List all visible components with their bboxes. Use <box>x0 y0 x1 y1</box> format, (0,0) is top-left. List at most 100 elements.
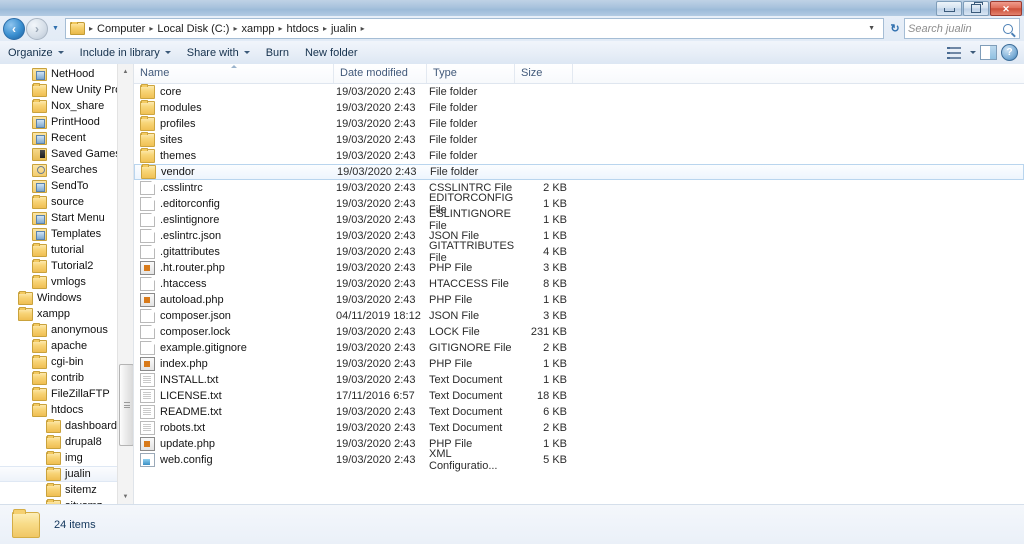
tree-item-anonymous[interactable]: anonymous <box>0 322 133 338</box>
generic-file-icon <box>140 277 155 291</box>
tree-item-contrib[interactable]: contrib <box>0 370 133 386</box>
tree-item-nox-share[interactable]: Nox_share <box>0 98 133 114</box>
scrollbar-thumb[interactable] <box>119 364 133 446</box>
table-row[interactable]: index.php 19/03/2020 2:43 PHP File 1 KB <box>134 356 1024 372</box>
organize-button[interactable]: Organize <box>0 42 72 63</box>
file-size-cell: 2 KB <box>543 342 567 354</box>
tree-item-drupal8[interactable]: drupal8 <box>0 434 133 450</box>
file-date-cell: 19/03/2020 2:43 <box>337 166 417 178</box>
tree-item-label: Windows <box>37 292 82 304</box>
table-row[interactable]: INSTALL.txt 19/03/2020 2:43 Text Document 1… <box>134 372 1024 388</box>
address-dropdown-icon[interactable]: ▼ <box>862 25 881 32</box>
table-row[interactable]: core 19/03/2020 2:43 File folder <box>134 84 1024 100</box>
tree-item-sendto[interactable]: SendTo <box>0 178 133 194</box>
table-row[interactable]: .gitattributes 19/03/2020 2:43 GITATTRIBUT… <box>134 240 1024 264</box>
table-row[interactable]: README.txt 19/03/2020 2:43 Text Document 6 … <box>134 404 1024 420</box>
minimize-button[interactable] <box>936 1 962 16</box>
tree-item-searches[interactable]: Searches <box>0 162 133 178</box>
tree-item-nethood[interactable]: NetHood <box>0 66 133 82</box>
table-row[interactable]: sites 19/03/2020 2:43 File folder <box>134 132 1024 148</box>
special-folder-icon <box>32 211 47 225</box>
burn-button[interactable]: Burn <box>258 42 297 63</box>
tree-item-xampp[interactable]: xampp <box>0 306 133 322</box>
restore-icon <box>971 2 983 13</box>
scroll-up-arrow[interactable]: ▲ <box>118 64 133 79</box>
table-row[interactable]: .csslintrc 19/03/2020 2:43 CSSLINTRC File 2… <box>134 180 1024 196</box>
tree-item-dashboard[interactable]: dashboard <box>0 418 133 434</box>
folder-icon <box>32 338 47 353</box>
new-folder-button[interactable]: New folder <box>297 42 366 63</box>
tree-item-jualin[interactable]: jualin <box>0 466 133 482</box>
folder-icon <box>140 100 155 115</box>
tree-item-new-unity-project[interactable]: New Unity Project <box>0 82 133 98</box>
tree-item-apache[interactable]: apache <box>0 338 133 354</box>
column-header-name[interactable]: Name <box>134 64 334 83</box>
column-header-size[interactable]: Size <box>515 64 573 83</box>
tree-item-templates[interactable]: Templates <box>0 226 133 242</box>
restore-button[interactable] <box>963 1 989 16</box>
table-row[interactable]: .eslintrc.json 19/03/2020 2:43 JSON File 1 … <box>134 228 1024 244</box>
tree-item-sitemz[interactable]: sitemz <box>0 482 133 498</box>
tree-item-htdocs[interactable]: htdocs <box>0 402 133 418</box>
table-row[interactable]: themes 19/03/2020 2:43 File folder <box>134 148 1024 164</box>
file-name-cell: autoload.php <box>134 293 334 307</box>
table-row[interactable]: robots.txt 19/03/2020 2:43 Text Document 2 … <box>134 420 1024 436</box>
tree-item-recent[interactable]: Recent <box>0 130 133 146</box>
breadcrumb-item-local-disk[interactable]: Local Disk (C:) <box>154 23 232 35</box>
table-row[interactable]: example.gitignore 19/03/2020 2:43 GITIGNOR… <box>134 340 1024 356</box>
back-button[interactable]: ‹ <box>3 17 25 40</box>
address-path-box[interactable]: ▸ Computer ▸ Local Disk (C:) ▸ xampp ▸ h… <box>65 18 884 39</box>
search-box[interactable]: Search jualin <box>904 18 1020 39</box>
file-type-cell: PHP File <box>429 262 473 274</box>
scroll-down-arrow[interactable]: ▼ <box>118 489 133 504</box>
preview-pane-icon[interactable] <box>980 45 997 60</box>
table-row[interactable]: LICENSE.txt 17/11/2016 6:57 Text Document 1… <box>134 388 1024 404</box>
tree-item-tutorial[interactable]: tutorial <box>0 242 133 258</box>
table-row[interactable]: vendor 19/03/2020 2:43 File folder <box>134 164 1024 180</box>
tree-item-printhood[interactable]: PrintHood <box>0 114 133 130</box>
table-row[interactable]: autoload.php 19/03/2020 2:43 PHP File 1 KB <box>134 292 1024 308</box>
table-row[interactable]: .editorconfig 19/03/2020 2:43 EDITORCONFIG… <box>134 192 1024 216</box>
refresh-button[interactable]: ↻ <box>886 19 904 38</box>
table-row[interactable]: modules 19/03/2020 2:43 File folder <box>134 100 1024 116</box>
table-row[interactable]: composer.lock 19/03/2020 2:43 LOCK File 231… <box>134 324 1024 340</box>
table-row[interactable]: profiles 19/03/2020 2:43 File folder <box>134 116 1024 132</box>
tree-item-img[interactable]: img <box>0 450 133 466</box>
status-bar: 24 items <box>0 504 1024 544</box>
tree-item-windows[interactable]: Windows <box>0 290 133 306</box>
column-header-date-modified[interactable]: Date modified <box>334 64 427 83</box>
navigation-scrollbar[interactable]: ▲ ▼ <box>117 64 133 504</box>
change-view-icon[interactable] <box>947 46 961 59</box>
breadcrumb-item-computer[interactable]: Computer <box>94 23 148 35</box>
tree-item-vmlogs[interactable]: vmlogs <box>0 274 133 290</box>
tree-item-start-menu[interactable]: Start Menu <box>0 210 133 226</box>
tree-item-saved-games[interactable]: Saved Games <box>0 146 133 162</box>
table-row[interactable]: update.php 19/03/2020 2:43 PHP File 1 KB <box>134 436 1024 452</box>
search-input[interactable]: Search jualin <box>908 23 1003 35</box>
table-row[interactable]: .ht.router.php 19/03/2020 2:43 PHP File 3 K… <box>134 260 1024 276</box>
breadcrumb-item-jualin[interactable]: jualin <box>328 23 360 35</box>
forward-button[interactable]: › <box>26 17 48 40</box>
tree-item-filezillaftp[interactable]: FileZillaFTP <box>0 386 133 402</box>
file-type-cell: HTACCESS File <box>429 278 509 290</box>
tree-item-tutorial2[interactable]: Tutorial2 <box>0 258 133 274</box>
share-with-button[interactable]: Share with <box>179 42 258 63</box>
breadcrumb-item-htdocs[interactable]: htdocs <box>284 23 322 35</box>
table-row[interactable]: composer.json 04/11/2019 18:12 JSON File 3 … <box>134 308 1024 324</box>
breadcrumb-item-xampp[interactable]: xampp <box>238 23 277 35</box>
tree-item-cgi-bin[interactable]: cgi-bin <box>0 354 133 370</box>
close-button[interactable]: ✕ <box>990 1 1022 16</box>
history-dropdown-button[interactable]: ▼ <box>49 19 62 39</box>
file-name-cell: .editorconfig <box>134 197 334 211</box>
help-icon[interactable]: ? <box>1001 44 1018 61</box>
generic-file-icon <box>140 325 155 339</box>
xml-file-icon <box>140 453 155 467</box>
column-header-type[interactable]: Type <box>427 64 515 83</box>
tree-item-source[interactable]: source <box>0 194 133 210</box>
folder-icon <box>32 370 47 385</box>
table-row[interactable]: web.config 19/03/2020 2:43 XML Configurati… <box>134 448 1024 472</box>
chevron-down-icon[interactable] <box>970 51 976 54</box>
table-row[interactable]: .htaccess 19/03/2020 2:43 HTACCESS File 8 K… <box>134 276 1024 292</box>
include-in-library-button[interactable]: Include in library <box>72 42 179 63</box>
table-row[interactable]: .eslintignore 19/03/2020 2:43 ESLINTIGNORE… <box>134 208 1024 232</box>
